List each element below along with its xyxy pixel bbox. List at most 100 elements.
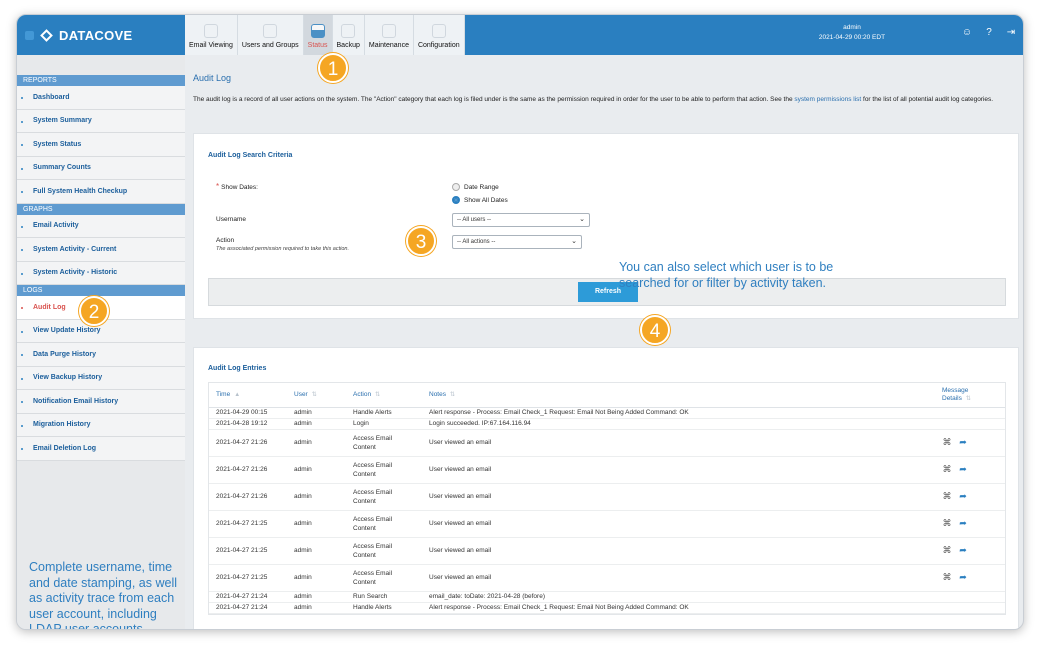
cell-time: 2021-04-27 21:25: [209, 537, 287, 565]
sidebar-item-view-backup-history[interactable]: View Backup History: [17, 366, 185, 390]
sidebar-item-dashboard[interactable]: Dashboard: [17, 86, 185, 110]
view-message-icon[interactable]: ⌘: [942, 491, 952, 502]
table-row: 2021-04-27 21:24 admin Handle Alerts Alert …: [209, 602, 1005, 614]
cell-user: admin: [287, 510, 346, 538]
tab-configuration[interactable]: Configuration: [414, 15, 465, 55]
cell-user: admin: [287, 564, 346, 592]
cell-action: Handle Alerts: [346, 602, 422, 614]
table-row: 2021-04-28 19:12 admin Login Login succeede…: [209, 418, 1005, 430]
table-row: 2021-04-27 21:26 admin Access Email Conten…: [209, 456, 1005, 484]
sort-asc-icon: ▲: [234, 392, 241, 399]
sidebar-section-header: REPORTS: [17, 75, 185, 86]
cell-action: Access Email Content: [346, 510, 422, 538]
sidebar-item-email-deletion-log[interactable]: Email Deletion Log: [17, 437, 185, 461]
cell-time: 2021-04-29 00:15: [209, 407, 287, 419]
cell-time: 2021-04-27 21:25: [209, 564, 287, 592]
tab-maintenance[interactable]: Maintenance: [365, 15, 414, 55]
sidebar: REPORTS Dashboard System Summary System Sta…: [17, 55, 185, 630]
col-time[interactable]: Time ▲: [209, 383, 287, 408]
cell-notes: User viewed an email: [422, 429, 935, 457]
logout-icon[interactable]: ⇥: [1005, 27, 1017, 38]
sidebar-item-system-summary[interactable]: System Summary: [17, 109, 185, 133]
forward-arrow-icon[interactable]: ➦: [958, 545, 968, 556]
tab-email-viewing[interactable]: Email Viewing: [185, 15, 238, 55]
sidebar-item-system-activity-current[interactable]: System Activity - Current: [17, 238, 185, 262]
header-datetime: 2021-04-29 00:20 EDT: [818, 34, 886, 41]
view-message-icon[interactable]: ⌘: [942, 518, 952, 529]
cell-user: admin: [287, 407, 346, 419]
view-message-icon[interactable]: ⌘: [942, 572, 952, 583]
cell-user: admin: [287, 537, 346, 565]
forward-arrow-icon[interactable]: ➦: [958, 437, 968, 448]
tab-backup[interactable]: Backup: [333, 15, 365, 55]
tab-users-and-groups[interactable]: Users and Groups: [238, 15, 304, 55]
show-all-dates-radio[interactable]: Show All Dates: [452, 196, 508, 204]
cell-notes: Alert response - Process: Email Check_1 …: [422, 602, 935, 614]
cell-action: Run Search: [346, 591, 422, 603]
cell-notes: User viewed an email: [422, 537, 935, 565]
forward-arrow-icon[interactable]: ➦: [958, 572, 968, 583]
table-row: 2021-04-27 21:25 admin Access Email Conten…: [209, 537, 1005, 565]
cell-message-details: ⌘ ➦: [935, 483, 1005, 511]
main-nav: Email Viewing Users and Groups Status Backu…: [185, 15, 465, 55]
col-action[interactable]: Action ⇅: [346, 383, 422, 408]
forward-arrow-icon[interactable]: ➦: [958, 491, 968, 502]
table-row: 2021-04-27 21:25 admin Access Email Conten…: [209, 564, 1005, 592]
audit-log-table: Time ▲ User ⇅ Action ⇅ Notes ⇅ Message Detai…: [209, 383, 1005, 614]
sidebar-item-system-activity-historic[interactable]: System Activity - Historic: [17, 261, 185, 285]
user-icon[interactable]: ☺: [961, 27, 973, 38]
sidebar-item-notification-email-history[interactable]: Notification Email History: [17, 390, 185, 414]
cell-message-details: [935, 591, 1005, 603]
tab-label: Status: [307, 42, 328, 49]
cell-notes: Login succeeded. IP:67.164.116.94: [422, 418, 935, 430]
sidebar-item-migration-history[interactable]: Migration History: [17, 413, 185, 437]
table-row: 2021-04-27 21:25 admin Access Email Conten…: [209, 510, 1005, 538]
col-user[interactable]: User ⇅: [287, 383, 346, 408]
cell-message-details: ⌘ ➦: [935, 564, 1005, 592]
cell-time: 2021-04-27 21:26: [209, 456, 287, 484]
sidebar-item-data-purge-history[interactable]: Data Purge History: [17, 343, 185, 367]
system-permissions-link[interactable]: system permissions list: [794, 96, 861, 103]
page-description: The audit log is a record of all user ac…: [193, 95, 1017, 105]
menu-icon[interactable]: [25, 30, 34, 40]
sort-icon: ⇅: [375, 392, 381, 399]
chevron-down-icon: ⌄: [571, 238, 577, 245]
table-row: 2021-04-27 21:24 admin Run Search email_dat…: [209, 591, 1005, 603]
cell-time: 2021-04-27 21:25: [209, 510, 287, 538]
cell-user: admin: [287, 591, 346, 603]
view-message-icon[interactable]: ⌘: [942, 437, 952, 448]
entries-table-wrap: Time ▲ User ⇅ Action ⇅ Notes ⇅ Message Detai…: [208, 382, 1006, 615]
entries-title: Audit Log Entries: [208, 365, 267, 372]
brand-logo[interactable]: DATACOVE: [17, 15, 185, 55]
cell-message-details: [935, 407, 1005, 419]
col-notes[interactable]: Notes ⇅: [422, 383, 935, 408]
cell-action: Access Email Content: [346, 483, 422, 511]
username-select[interactable]: -- All users -- ⌄: [452, 213, 590, 227]
sidebar-item-email-activity[interactable]: Email Activity: [17, 214, 185, 238]
cell-message-details: ⌘ ➦: [935, 510, 1005, 538]
help-icon[interactable]: ?: [983, 27, 995, 38]
sidebar-item-full-system-health-checkup[interactable]: Full System Health Checkup: [17, 180, 185, 204]
sidebar-callout-text: Complete username, time and date stampin…: [29, 560, 178, 630]
forward-arrow-icon[interactable]: ➦: [958, 518, 968, 529]
username-label: Username: [216, 216, 246, 223]
forward-arrow-icon[interactable]: ➦: [958, 464, 968, 475]
audit-log-entries-panel: Audit Log Entries Time ▲ User ⇅ Action ⇅ No…: [193, 347, 1019, 629]
view-message-icon[interactable]: ⌘: [942, 545, 952, 556]
action-label: Action The associated permission required…: [216, 237, 349, 252]
cell-action: Access Email Content: [346, 537, 422, 565]
view-message-icon[interactable]: ⌘: [942, 464, 952, 475]
cell-message-details: ⌘ ➦: [935, 429, 1005, 457]
tab-status[interactable]: Status: [303, 15, 333, 55]
cell-action: Access Email Content: [346, 456, 422, 484]
sidebar-item-system-status[interactable]: System Status: [17, 133, 185, 157]
sidebar-item-summary-counts[interactable]: Summary Counts: [17, 156, 185, 180]
bar-chart-icon: [310, 24, 325, 38]
action-select[interactable]: -- All actions -- ⌄: [452, 235, 582, 249]
col-message-details[interactable]: Message Details ⇅: [935, 383, 1005, 408]
date-range-radio[interactable]: Date Range: [452, 183, 499, 191]
cell-action: Access Email Content: [346, 564, 422, 592]
cell-time: 2021-04-28 19:12: [209, 418, 287, 430]
cell-notes: User viewed an email: [422, 456, 935, 484]
tab-label: Maintenance: [368, 42, 409, 49]
